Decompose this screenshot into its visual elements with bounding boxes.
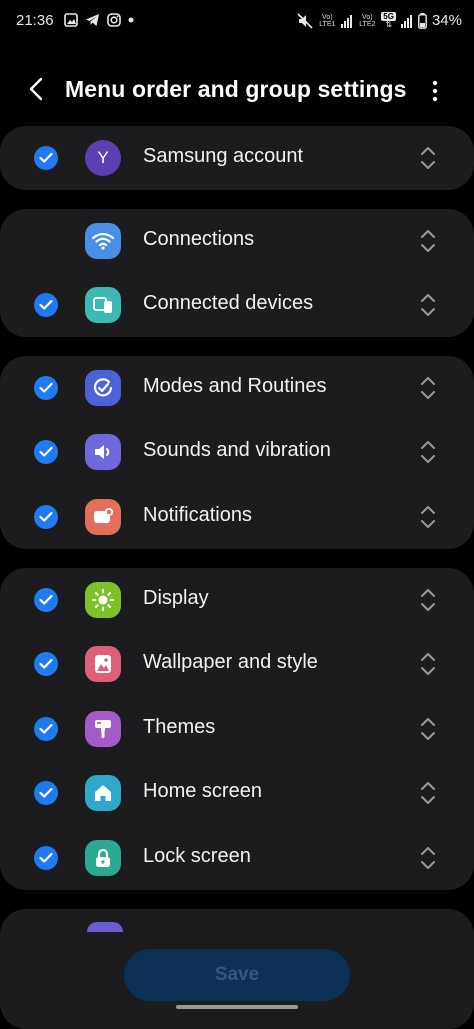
- menu-row-connections[interactable]: Connections: [0, 209, 474, 273]
- menu-row-connected-devices[interactable]: Connected devices: [0, 273, 474, 337]
- menu-label: Wallpaper and style: [143, 651, 318, 673]
- reorder-handle-icon[interactable]: [418, 503, 438, 531]
- signal-icon-1: [341, 14, 353, 28]
- group-card-connections: Connections Connected devices: [0, 209, 474, 337]
- reorder-handle-icon[interactable]: [418, 144, 438, 172]
- page-title: Menu order and group settings: [65, 76, 407, 102]
- modes-routines-icon: [85, 370, 121, 406]
- reorder-handle-icon[interactable]: [418, 438, 438, 466]
- reorder-handle-icon[interactable]: [418, 650, 438, 678]
- sim1-label: Vo) LTE1: [319, 13, 336, 28]
- battery-percent: 34%: [431, 12, 462, 29]
- menu-label: Modes and Routines: [143, 375, 327, 397]
- checkbox-checked[interactable]: [34, 293, 58, 317]
- reorder-handle-icon[interactable]: [418, 844, 438, 872]
- reorder-handle-icon[interactable]: [418, 715, 438, 743]
- data-arrows-icon: ⇅: [385, 20, 392, 29]
- signal-icon-2: [400, 14, 412, 28]
- dot-icon: [128, 17, 134, 23]
- menu-row-lock-screen[interactable]: Lock screen: [0, 826, 474, 890]
- reorder-handle-icon[interactable]: [418, 586, 438, 614]
- app-bar: Menu order and group settings: [0, 62, 474, 118]
- reorder-handle-icon[interactable]: [418, 291, 438, 319]
- reorder-handle-icon[interactable]: [418, 227, 438, 255]
- menu-label: Connected devices: [143, 292, 314, 314]
- checkbox-checked[interactable]: [34, 781, 58, 805]
- battery-icon: [418, 12, 427, 29]
- menu-row-modes-routines[interactable]: Modes and Routines: [0, 356, 474, 420]
- wallpaper-icon: [85, 646, 121, 682]
- menu-row-notifications[interactable]: Notifications: [0, 485, 474, 549]
- network-badge: 5G ⇅: [381, 12, 396, 29]
- back-arrow-icon[interactable]: [24, 76, 50, 102]
- menu-label: Connections: [143, 228, 255, 250]
- instagram-icon: [107, 13, 121, 27]
- home-icon: [85, 775, 121, 811]
- checkbox-checked[interactable]: [34, 588, 58, 612]
- group-card-modes: Modes and Routines Sounds and vibration …: [0, 356, 474, 549]
- app-icon-partial: [87, 922, 123, 932]
- status-time: 21:36: [16, 12, 54, 29]
- group-card-account: Y Samsung account: [0, 126, 474, 190]
- menu-row-sounds-vibration[interactable]: Sounds and vibration: [0, 420, 474, 484]
- mute-icon: [297, 12, 313, 29]
- checkbox-checked[interactable]: [34, 440, 58, 464]
- menu-label: Lock screen: [143, 845, 251, 867]
- status-bar: 21:36 Vo) LTE1 Vo) LTE2 5G ⇅ 34%: [0, 0, 474, 42]
- menu-label: Samsung account: [143, 145, 304, 167]
- samsung-account-avatar: Y: [85, 140, 121, 176]
- menu-row-samsung-account[interactable]: Y Samsung account: [0, 126, 474, 190]
- checkbox-checked[interactable]: [34, 505, 58, 529]
- menu-label: Sounds and vibration: [143, 439, 331, 461]
- menu-label: Home screen: [143, 780, 262, 802]
- speaker-icon: [85, 434, 121, 470]
- menu-row-themes[interactable]: Themes: [0, 697, 474, 761]
- menu-row-display[interactable]: Display: [0, 568, 474, 632]
- connected-devices-icon: [85, 287, 121, 323]
- checkbox-checked[interactable]: [34, 717, 58, 741]
- more-options-icon[interactable]: [424, 78, 446, 104]
- save-button[interactable]: Save: [124, 949, 350, 1001]
- checkbox-checked[interactable]: [34, 376, 58, 400]
- reorder-handle-icon[interactable]: [418, 779, 438, 807]
- menu-label: Themes: [143, 716, 216, 738]
- menu-row-wallpaper-style[interactable]: Wallpaper and style: [0, 632, 474, 696]
- lock-icon: [85, 840, 121, 876]
- notifications-icon: [85, 499, 121, 535]
- reorder-handle-icon[interactable]: [418, 374, 438, 402]
- menu-label: Display: [143, 587, 209, 609]
- checkbox-checked[interactable]: [34, 146, 58, 170]
- sun-icon: [85, 582, 121, 618]
- checkbox-checked[interactable]: [34, 652, 58, 676]
- wifi-icon: [85, 223, 121, 259]
- telegram-icon: [86, 14, 99, 26]
- checkbox-checked[interactable]: [34, 846, 58, 870]
- gallery-icon: [64, 13, 78, 27]
- sim2-label: Vo) LTE2: [359, 13, 376, 28]
- themes-brush-icon: [85, 711, 121, 747]
- menu-label: Notifications: [143, 504, 252, 526]
- gesture-bar: [176, 1005, 298, 1009]
- menu-row-home-screen[interactable]: Home screen: [0, 761, 474, 825]
- group-card-display: Display Wallpaper and style Themes Home …: [0, 568, 474, 890]
